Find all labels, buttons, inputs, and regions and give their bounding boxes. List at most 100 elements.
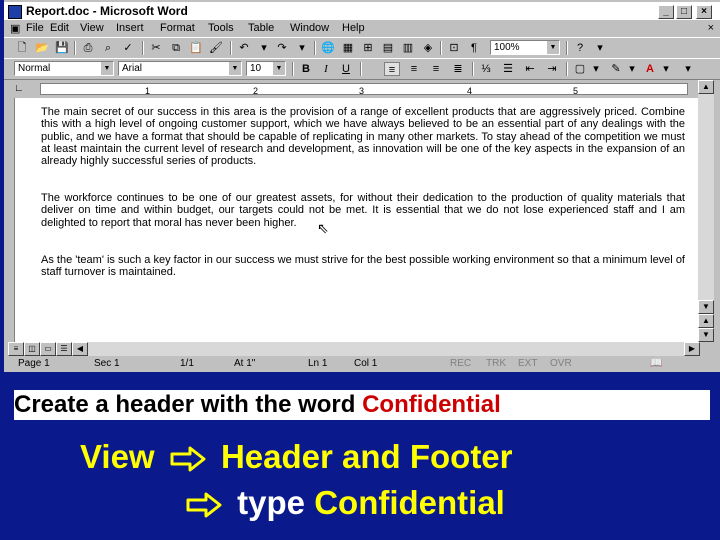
spelling-icon[interactable]: ✓ — [120, 41, 136, 55]
underline-button[interactable]: U — [338, 62, 354, 76]
outside-border-icon[interactable]: ▢ — [572, 62, 588, 76]
previous-page-button[interactable]: ▲ — [698, 314, 714, 328]
minimize-button[interactable]: _ — [658, 5, 674, 19]
bullets-icon[interactable]: ☰ — [500, 62, 516, 76]
paragraph[interactable]: The main secret of our success in this a… — [41, 106, 685, 167]
insert-excel-icon[interactable]: ▤ — [380, 41, 396, 55]
document-map-icon[interactable]: ⊡ — [446, 41, 462, 55]
tab-selector-icon[interactable]: ∟ — [14, 83, 24, 94]
toolbar-options-icon[interactable]: ▾ — [592, 41, 608, 55]
instruction-caption: Create a header with the word Confidenti… — [0, 374, 720, 426]
status-rec[interactable]: REC — [450, 358, 471, 369]
undo-dropdown-icon[interactable]: ▾ — [256, 41, 272, 55]
ruler-bar[interactable]: 1 2 3 4 5 — [40, 83, 688, 96]
word-window: Report.doc - Microsoft Word _ □ × ▣ File… — [4, 0, 720, 372]
web-layout-button[interactable]: ◫ — [24, 342, 40, 356]
scroll-right-button[interactable]: ▶ — [684, 342, 700, 356]
outline-view-button[interactable]: ☰ — [56, 342, 72, 356]
status-at: At 1" — [234, 358, 256, 369]
menu-edit[interactable]: Edit — [50, 22, 69, 34]
print-icon[interactable]: ⎙ — [80, 41, 96, 55]
chevron-down-icon[interactable]: ▼ — [273, 62, 285, 75]
print-preview-icon[interactable]: ⌕ — [100, 41, 116, 55]
font-value: Arial — [122, 63, 143, 74]
document-area[interactable]: The main secret of our success in this a… — [14, 98, 699, 342]
status-ovr[interactable]: OVR — [550, 358, 572, 369]
highlight-icon[interactable]: ✎ — [608, 62, 624, 76]
border-dropdown-icon[interactable]: ▾ — [588, 62, 604, 76]
format-painter-icon[interactable]: 🖌 — [208, 41, 224, 55]
print-layout-button[interactable]: ▭ — [40, 342, 56, 356]
align-left-icon[interactable]: ≡ — [384, 62, 400, 76]
highlight-dropdown-icon[interactable]: ▾ — [624, 62, 640, 76]
drawing-icon[interactable]: ◈ — [420, 41, 436, 55]
vertical-scrollbar[interactable]: ▲ ▼ ▲ ▼ — [698, 80, 714, 342]
menu-insert[interactable]: Insert — [116, 22, 144, 34]
open-folder-icon[interactable]: 📂 — [34, 41, 50, 55]
font-color-icon[interactable]: A — [642, 62, 658, 76]
hyperlink-icon[interactable]: 🌐 — [320, 41, 336, 55]
paragraph[interactable]: As the 'team' is such a key factor in ou… — [41, 254, 685, 279]
horizontal-ruler[interactable]: ∟ 1 2 3 4 5 — [8, 80, 700, 98]
font-combo[interactable]: Arial ▼ — [118, 61, 242, 76]
scroll-down-button[interactable]: ▼ — [698, 300, 714, 314]
close-button[interactable]: × — [696, 5, 712, 19]
scroll-up-button[interactable]: ▲ — [698, 80, 714, 94]
maximize-button[interactable]: □ — [676, 5, 692, 19]
next-page-button[interactable]: ▼ — [698, 328, 714, 342]
menu-tools[interactable]: Tools — [208, 22, 234, 34]
menu-help[interactable]: Help — [342, 22, 365, 34]
numbering-icon[interactable]: ⅓ — [478, 62, 494, 76]
font-size-value: 10 — [250, 63, 262, 74]
copy-icon[interactable]: ⧉ — [168, 41, 184, 55]
bold-button[interactable]: B — [298, 62, 314, 76]
zoom-combo[interactable]: 100% ▼ — [490, 40, 560, 55]
paste-icon[interactable]: 📋 — [188, 41, 204, 55]
chevron-down-icon[interactable]: ▼ — [547, 41, 559, 54]
arrow-right-icon — [186, 492, 222, 518]
show-hide-icon[interactable]: ¶ — [466, 41, 482, 55]
menu-view[interactable]: View — [80, 22, 104, 34]
align-center-icon[interactable]: ≡ — [406, 62, 422, 76]
word-doc-icon[interactable] — [8, 5, 22, 19]
new-document-icon[interactable]: 🗋 — [14, 41, 30, 55]
font-size-combo[interactable]: 10 ▼ — [246, 61, 286, 76]
doc-menu-icon[interactable]: ▣ — [10, 22, 20, 35]
tables-borders-icon[interactable]: ▦ — [340, 41, 356, 55]
menu-window[interactable]: Window — [290, 22, 329, 34]
status-ext[interactable]: EXT — [518, 358, 537, 369]
close-document-button[interactable]: × — [708, 22, 714, 34]
step-header-footer: Header and Footer — [220, 438, 513, 475]
increase-indent-icon[interactable]: ⇥ — [544, 62, 560, 76]
chevron-down-icon[interactable]: ▼ — [101, 62, 113, 75]
status-trk[interactable]: TRK — [486, 358, 506, 369]
chevron-down-icon[interactable]: ▼ — [229, 62, 241, 75]
redo-icon[interactable]: ↷ — [274, 41, 290, 55]
status-column: Col 1 — [354, 358, 378, 369]
scroll-left-button[interactable]: ◀ — [72, 342, 88, 356]
style-combo[interactable]: Normal ▼ — [14, 61, 114, 76]
justify-icon[interactable]: ≣ — [450, 62, 466, 76]
font-color-dropdown-icon[interactable]: ▾ — [658, 62, 674, 76]
cut-icon[interactable]: ✂ — [148, 41, 164, 55]
italic-button[interactable]: I — [318, 62, 334, 76]
normal-view-button[interactable]: ≡ — [8, 342, 24, 356]
undo-icon[interactable]: ↶ — [236, 41, 252, 55]
office-assistant-icon[interactable]: ? — [572, 41, 588, 55]
save-disk-icon[interactable]: 💾 — [54, 41, 70, 55]
menu-file[interactable]: File — [26, 22, 44, 34]
horizontal-scrollbar[interactable]: ≡ ◫ ▭ ☰ ◀ ▶ — [8, 342, 700, 356]
paragraph[interactable]: The workforce continues to be one of our… — [41, 192, 685, 229]
window-title: Report.doc - Microsoft Word — [26, 4, 188, 18]
align-right-icon[interactable]: ≡ — [428, 62, 444, 76]
title-bar[interactable]: Report.doc - Microsoft Word _ □ × — [4, 2, 720, 22]
redo-dropdown-icon[interactable]: ▾ — [294, 41, 310, 55]
menu-table[interactable]: Table — [248, 22, 274, 34]
insert-table-icon[interactable]: ⊞ — [360, 41, 376, 55]
columns-icon[interactable]: ▥ — [400, 41, 416, 55]
decrease-indent-icon[interactable]: ⇤ — [522, 62, 538, 76]
menu-format[interactable]: Format — [160, 22, 195, 34]
caption-box: Create a header with the word Confidenti… — [14, 390, 710, 420]
toolbar-options-icon[interactable]: ▾ — [680, 62, 696, 76]
spelling-status-icon[interactable]: 📖 — [650, 358, 662, 369]
